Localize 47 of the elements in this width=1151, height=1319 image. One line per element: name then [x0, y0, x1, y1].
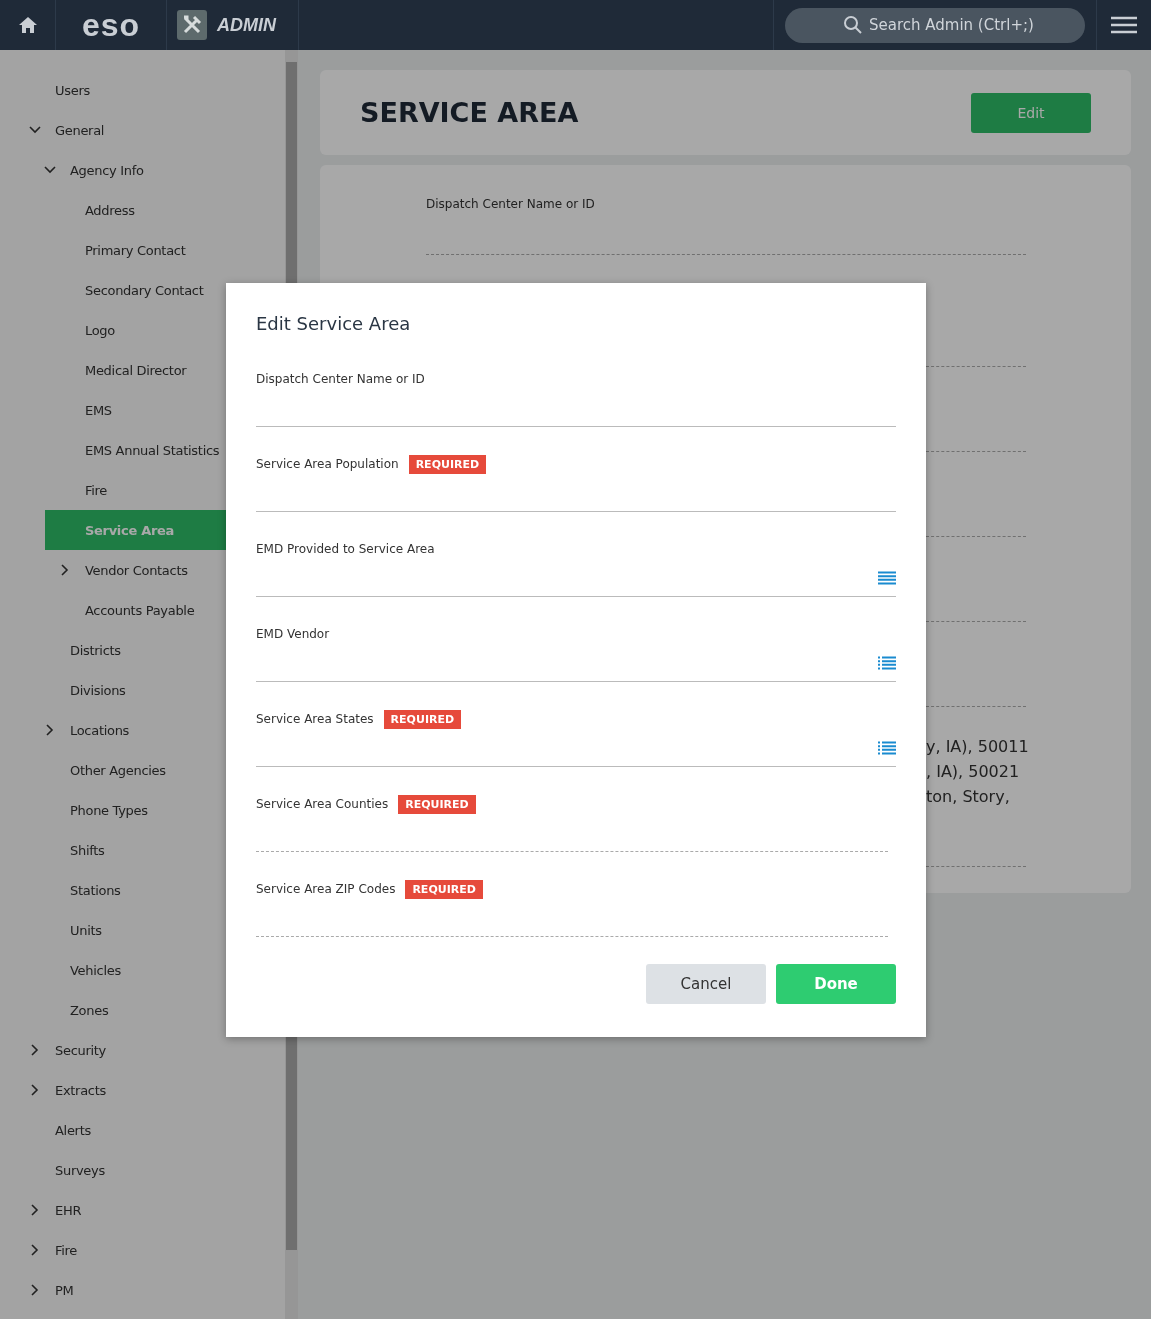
- chevron-right-icon: [31, 1204, 39, 1216]
- required-badge: REQUIRED: [405, 879, 483, 899]
- chevron-right-icon: [31, 1084, 39, 1096]
- sidebar-item[interactable]: Users: [25, 70, 285, 110]
- menu-icon[interactable]: [1111, 16, 1137, 34]
- chevron-right-icon: [46, 724, 54, 736]
- list-icon[interactable]: [878, 740, 896, 755]
- list-icon[interactable]: [878, 655, 896, 670]
- chevron-right-icon: [61, 564, 69, 576]
- field-label: Dispatch Center Name or ID: [426, 197, 596, 211]
- sidebar-item[interactable]: Agency Info: [40, 150, 285, 190]
- required-badge: REQUIRED: [408, 454, 487, 474]
- sidebar-item[interactable]: Alerts: [25, 1110, 285, 1150]
- chevron-right-icon: [31, 1244, 39, 1256]
- field-label: Service Area States: [256, 712, 374, 726]
- dialog-title: Edit Service Area: [256, 313, 412, 336]
- field-value: , IA), 50021: [926, 762, 1021, 783]
- search-field[interactable]: Search Admin (Ctrl+;): [785, 7, 1085, 43]
- logo[interactable]: eso: [81, 9, 141, 41]
- field-value: ton, Story,: [926, 787, 1011, 808]
- field-label: Service Area Counties: [256, 797, 389, 811]
- chevron-right-icon: [31, 1044, 39, 1056]
- sidebar-item[interactable]: EHR: [25, 1190, 285, 1230]
- sidebar-item[interactable]: Security: [25, 1030, 285, 1070]
- field-label: EMD Vendor: [256, 627, 330, 641]
- chevron-down-icon: [29, 126, 41, 134]
- cancel-button[interactable]: Cancel: [646, 964, 766, 1004]
- sidebar-item[interactable]: Fire: [25, 1230, 285, 1270]
- sidebar-item[interactable]: PM: [25, 1270, 285, 1310]
- tools-icon: [177, 10, 207, 40]
- sidebar-item[interactable]: Primary Contact: [55, 230, 285, 270]
- app-name: ADMIN: [217, 14, 276, 36]
- chevron-right-icon: [31, 1284, 39, 1296]
- sidebar-item[interactable]: Extracts: [25, 1070, 285, 1110]
- search-icon: [843, 14, 863, 35]
- field-label: Service Area ZIP Codes: [256, 882, 396, 896]
- page-title: SERVICE AREA: [360, 97, 579, 128]
- sidebar-item[interactable]: General: [25, 110, 285, 150]
- chevron-down-icon: [44, 166, 56, 174]
- field-value: y, IA), 50011: [926, 737, 1030, 758]
- sidebar-item[interactable]: Surveys: [25, 1150, 285, 1190]
- sidebar-item[interactable]: Address: [55, 190, 285, 230]
- field-label: Service Area Population: [256, 457, 399, 471]
- home-icon[interactable]: [17, 16, 38, 34]
- required-badge: REQUIRED: [398, 794, 476, 814]
- field-label: Dispatch Center Name or ID: [256, 372, 425, 386]
- required-badge: REQUIRED: [383, 709, 462, 729]
